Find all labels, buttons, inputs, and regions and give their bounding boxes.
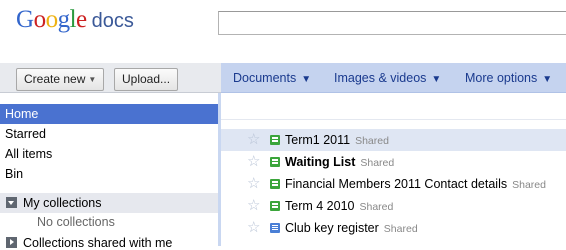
sidebar: Home Starred All items Bin <box>0 104 218 184</box>
list-header <box>221 94 566 120</box>
chevron-down-icon: ▼ <box>88 75 97 84</box>
shared-badge: Shared <box>383 223 418 235</box>
shared-collections-header[interactable]: Collections shared with me <box>0 235 218 250</box>
document-title[interactable]: Financial Members 2011 Contact details Sh… <box>285 173 546 196</box>
document-title[interactable]: Waiting List Shared <box>285 151 394 174</box>
sidebar-item-bin[interactable]: Bin <box>0 164 218 184</box>
document-row[interactable]: ☆ Term1 2011 Shared <box>221 129 566 151</box>
star-icon[interactable]: ☆ <box>247 129 260 151</box>
sidebar-item-starred[interactable]: Starred <box>0 124 218 144</box>
document-title-text[interactable]: Waiting List <box>285 155 355 169</box>
star-icon[interactable]: ☆ <box>247 195 260 217</box>
collapse-toggle-icon[interactable] <box>6 197 17 208</box>
spreadsheet-icon <box>270 135 280 145</box>
create-new-button[interactable]: Create new ▼ <box>16 68 105 91</box>
shared-badge: Shared <box>359 201 394 213</box>
upload-button[interactable]: Upload... <box>114 68 179 91</box>
star-icon[interactable]: ☆ <box>247 151 260 173</box>
create-new-label: Create new <box>24 72 86 86</box>
menu-bar: Documents ▼ Images & videos ▼ More options… <box>221 63 566 93</box>
no-collections-text: No collections <box>37 215 115 229</box>
images-videos-menu[interactable]: Images & videos ▼ <box>334 71 441 85</box>
logo-docs-text: docs <box>91 10 134 32</box>
star-icon[interactable]: ☆ <box>247 217 260 239</box>
document-title[interactable]: Club key register Shared <box>285 217 418 240</box>
document-list: ☆ Term1 2011 Shared ☆ Waiting List Shared … <box>221 129 566 239</box>
logo-google-text: Google <box>16 6 87 33</box>
documents-menu-label: Documents <box>233 71 297 85</box>
document-title-text[interactable]: Financial Members 2011 Contact details <box>285 177 507 191</box>
my-collections-header[interactable]: My collections <box>0 193 218 213</box>
expand-toggle-icon[interactable] <box>6 237 17 248</box>
chevron-down-icon: ▼ <box>542 74 553 85</box>
my-collections-label: My collections <box>23 196 102 210</box>
sidebar-item-all-items[interactable]: All items <box>0 144 218 164</box>
left-toolbar: Create new ▼ Upload... <box>0 63 221 93</box>
chevron-down-icon: ▼ <box>431 74 442 85</box>
documents-menu[interactable]: Documents ▼ <box>233 71 311 85</box>
google-docs-logo[interactable]: Google docs <box>16 6 134 40</box>
document-title-text[interactable]: Term1 2011 <box>285 133 350 147</box>
spreadsheet-icon <box>270 201 280 211</box>
images-videos-menu-label: Images & videos <box>334 71 427 85</box>
search-input[interactable] <box>218 11 566 35</box>
shared-badge: Shared <box>355 135 389 147</box>
document-row[interactable]: ☆ Term 4 2010 Shared <box>221 195 566 217</box>
more-options-menu-label: More options <box>465 71 538 85</box>
spreadsheet-icon <box>270 179 280 189</box>
document-icon <box>270 223 280 233</box>
document-title-text[interactable]: Club key register <box>285 221 379 235</box>
more-options-menu[interactable]: More options ▼ <box>465 71 552 85</box>
upload-label: Upload... <box>122 72 171 86</box>
document-row[interactable]: ☆ Waiting List Shared <box>221 151 566 173</box>
chevron-down-icon: ▼ <box>301 74 312 85</box>
document-title[interactable]: Term 4 2010 Shared <box>285 195 393 218</box>
document-row[interactable]: ☆ Club key register Shared <box>221 217 566 239</box>
document-row[interactable]: ☆ Financial Members 2011 Contact details… <box>221 173 566 195</box>
document-title[interactable]: Term1 2011 Shared <box>285 129 389 152</box>
spreadsheet-icon <box>270 157 280 167</box>
sidebar-item-home[interactable]: Home <box>0 104 218 124</box>
star-icon[interactable]: ☆ <box>247 173 260 195</box>
document-title-text[interactable]: Term 4 2010 <box>285 199 354 213</box>
shared-badge: Shared <box>512 179 546 191</box>
shared-collections-label: Collections shared with me <box>23 236 173 250</box>
shared-badge: Shared <box>360 157 395 169</box>
